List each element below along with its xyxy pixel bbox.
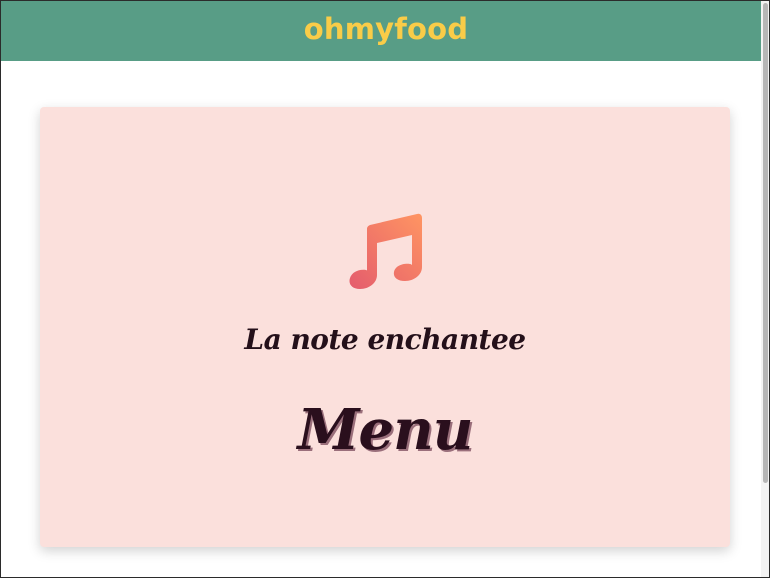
vertical-scrollbar[interactable]: [761, 1, 769, 577]
site-logo[interactable]: ohmyfood: [1, 9, 769, 49]
browser-viewport: ohmyfood La note enchantee Menu: [0, 0, 770, 578]
restaurant-name: La note enchantee: [244, 323, 526, 357]
scrollbar-thumb[interactable]: [763, 3, 768, 483]
music-note-icon: [349, 213, 422, 289]
menu-title: Menu: [297, 396, 473, 463]
